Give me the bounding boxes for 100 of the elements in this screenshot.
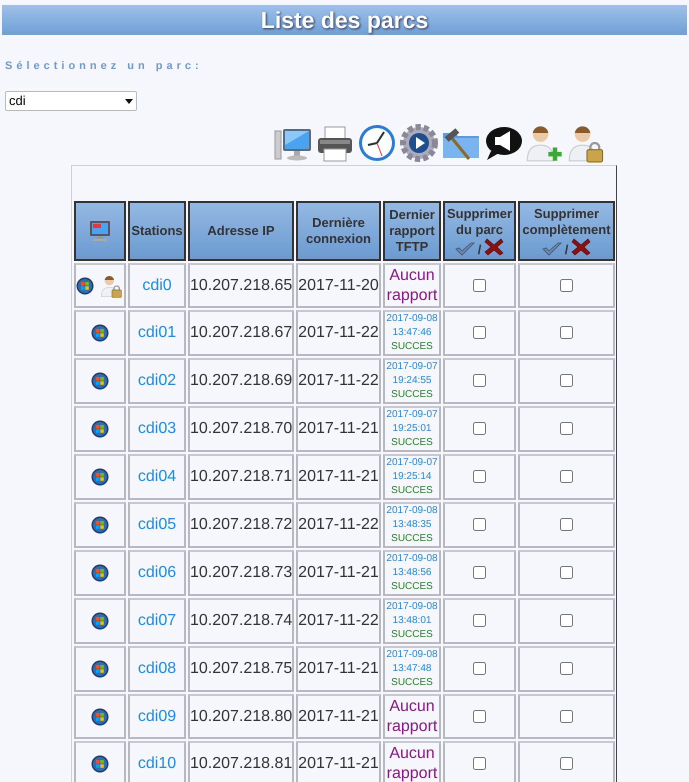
windows-logo-icon [76,276,94,294]
slash-separator: / [564,244,568,256]
remove-from-park-checkbox[interactable] [473,662,486,676]
caret-icon [125,98,133,104]
report-date-link[interactable]: 2017-09-08 [386,312,438,326]
slash-separator: / [478,244,482,256]
report-status: SUCCES [391,628,433,642]
windows-logo-icon [91,754,109,772]
ip-cell: 10.207.218.75 [188,646,294,692]
remove-from-park-checkbox[interactable] [473,566,486,580]
report-date-link[interactable]: 2017-09-08 [386,600,438,614]
report-time-link[interactable]: 19:24:55 [392,374,432,388]
station-link[interactable]: cdi0 [142,276,172,294]
date-cell: 2017-11-21 [296,741,381,782]
no-report-text: Aucun rapport [386,266,438,306]
report-time-link[interactable]: 19:25:01 [392,422,432,436]
date-cell: 2017-11-21 [296,646,381,692]
windows-logo-icon [91,564,109,582]
ip-cell: 10.207.218.69 [188,358,294,404]
remove-from-park-checkbox[interactable] [473,374,486,388]
date-cell: 2017-11-22 [296,310,381,356]
column-title: Supprimer complètement [521,206,612,238]
gear-play-icon[interactable] [398,123,438,163]
date-cell: 2017-11-21 [296,694,381,739]
ip-cell: 10.207.218.71 [188,454,294,500]
windows-logo-icon [91,372,109,390]
remove-completely-checkbox[interactable] [560,614,573,628]
remove-completely-checkbox[interactable] [560,470,573,484]
cross-icon [571,238,592,256]
remove-from-park-checkbox[interactable] [473,518,486,532]
remove-completely-checkbox[interactable] [560,756,573,770]
report-time-link[interactable]: 13:48:56 [392,566,432,580]
report-status: SUCCES [391,532,433,546]
ip-cell: 10.207.218.81 [188,741,294,782]
report-date-link[interactable]: 2017-09-08 [386,504,438,518]
windows-logo-icon [91,660,109,678]
remove-completely-checkbox[interactable] [560,662,573,676]
report-date-link[interactable]: 2017-09-07 [386,360,438,374]
page-title: Liste des parcs [260,6,428,35]
windows-logo-icon [91,324,109,342]
date-cell: 2017-11-21 [296,406,381,452]
monitor-icon [88,219,112,243]
remove-from-park-checkbox[interactable] [473,326,486,340]
ip-cell: 10.207.218.65 [188,263,294,308]
remove-from-park-checkbox[interactable] [473,710,486,723]
check-icon [542,242,562,256]
column-header: Adresse IP [188,201,294,261]
windows-logo-icon [91,516,109,534]
no-report-text: Aucun rapport [386,744,438,782]
report-status: SUCCES [391,340,433,354]
date-cell: 2017-11-22 [296,358,381,404]
report-time-link[interactable]: 13:48:35 [392,518,432,532]
no-report-text: Aucun rapport [386,696,438,736]
remove-from-park-checkbox[interactable] [473,756,486,770]
remove-completely-checkbox[interactable] [560,422,573,436]
report-time-link[interactable]: 13:47:46 [392,326,432,340]
column-header: Dernier rapport TFTP [383,201,441,261]
report-status: SUCCES [391,676,433,690]
column-header: Dernière connexion [296,201,381,261]
report-status: SUCCES [391,436,433,450]
windows-logo-icon [91,468,109,486]
remove-from-park-checkbox[interactable] [473,422,486,436]
remove-from-park-checkbox[interactable] [473,470,486,484]
report-status: SUCCES [391,580,433,594]
report-time-link[interactable]: 13:47:48 [392,662,432,676]
report-time-link[interactable]: 13:48:01 [392,614,432,628]
column-header: Stations [128,201,186,261]
report-date-link[interactable]: 2017-09-07 [386,408,438,422]
remove-completely-checkbox[interactable] [560,326,573,340]
remove-completely-checkbox[interactable] [560,518,573,532]
report-date-link[interactable]: 2017-09-08 [386,552,438,566]
report-status: SUCCES [391,388,433,402]
ip-cell: 10.207.218.72 [188,502,294,548]
report-date-link[interactable]: 2017-09-08 [386,648,438,662]
remove-completely-checkbox[interactable] [560,710,573,723]
remove-completely-checkbox[interactable] [560,566,573,580]
report-time-link[interactable]: 19:25:14 [392,470,432,484]
clock-icon[interactable] [356,123,396,163]
report-date-link[interactable]: 2017-09-07 [386,456,438,470]
remove-from-park-checkbox[interactable] [473,278,486,292]
column-title: Supprimer du parc [446,206,513,238]
remove-completely-checkbox[interactable] [560,374,573,388]
remove-completely-checkbox[interactable] [560,278,573,292]
ip-cell: 10.207.218.73 [188,550,294,596]
date-cell: 2017-11-22 [296,502,381,548]
windows-logo-icon [91,612,109,630]
remove-from-park-checkbox[interactable] [473,614,486,628]
date-cell: 2017-11-21 [296,454,381,500]
report-status: SUCCES [391,484,433,498]
cross-icon [484,238,504,256]
date-cell: 2017-11-21 [296,550,381,596]
ip-cell: 10.207.218.67 [188,310,294,356]
select-label: Sélectionnez un parc: [5,59,203,74]
check-icon [454,242,475,256]
park-select[interactable]: cdi [5,91,137,111]
date-cell: 2017-11-20 [296,263,381,308]
ip-cell: 10.207.218.80 [188,694,294,739]
ip-cell: 10.207.218.74 [188,598,294,644]
date-cell: 2017-11-22 [296,598,381,644]
windows-logo-icon [91,420,109,438]
